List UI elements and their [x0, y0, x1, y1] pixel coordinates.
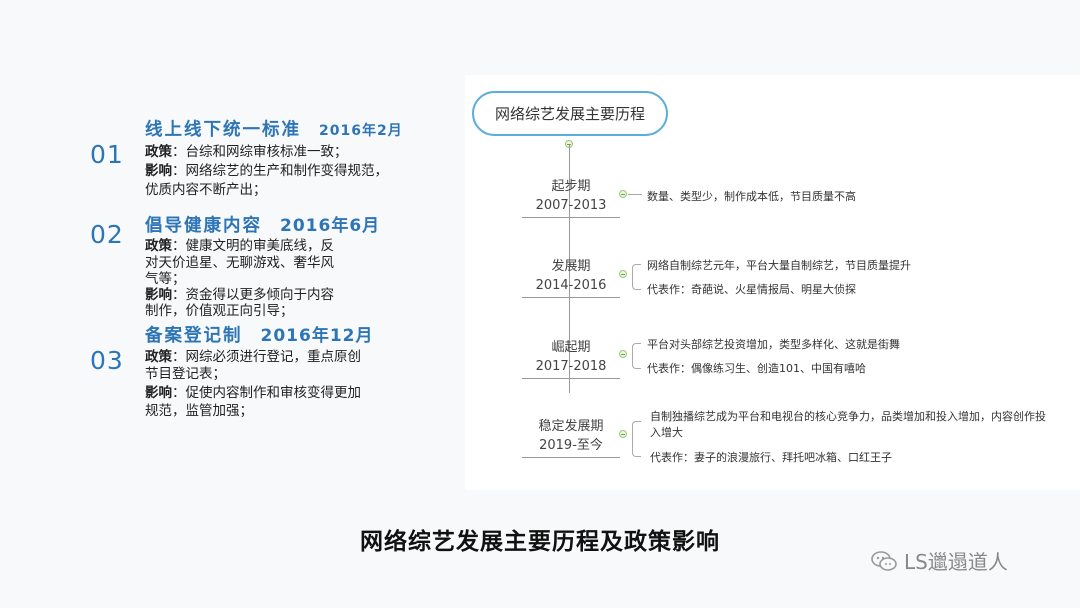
- phase-node-4[interactable]: 稳定发展期 2019-至今: [522, 417, 620, 458]
- policy-line: 政策：网综必须进行登记，重点原创: [145, 349, 361, 365]
- phase-node-2[interactable]: 发展期 2014-2016: [522, 257, 620, 298]
- phase-name: 发展期: [551, 259, 591, 274]
- phase-years: 2017-2018: [535, 359, 607, 374]
- policy-line: 制作，价值观正向引导；: [145, 303, 294, 319]
- phase-years: 2007-2013: [535, 198, 607, 213]
- phase-item: 平台对头部综艺投资增加，类型多样化、这就是街舞: [647, 338, 900, 351]
- phase-node-1[interactable]: 起步期 2007-2013: [522, 177, 620, 218]
- policy-date-3: 2016年12月: [260, 326, 374, 346]
- policy-line: 节目登记表；: [145, 366, 226, 382]
- policy-line: 影响：促使内容制作和审核变得更加: [145, 385, 361, 401]
- policy-title-1: 线上线下统一标准 2016年2月: [145, 120, 403, 140]
- policy-line: 气等；: [145, 271, 186, 287]
- mindmap-root[interactable]: 网络综艺发展主要历程: [472, 91, 668, 136]
- policy-number-1: 01: [90, 140, 124, 169]
- phase-name: 崛起期: [551, 340, 591, 355]
- phase-item: 入增大: [650, 426, 683, 439]
- policy-line: 对天价追星、无聊游戏、奢华风: [145, 255, 334, 271]
- policy-line: 影响：网络综艺的生产和制作变得规范，: [145, 163, 388, 179]
- phase-item: 代表作：奇葩说、火星情报局、明星大侦探: [647, 283, 856, 296]
- policy-line: 优质内容不断产出；: [145, 182, 267, 198]
- policy-number-3: 03: [90, 346, 124, 375]
- collapse-icon[interactable]: [619, 270, 627, 278]
- phase-years: 2019-至今: [539, 438, 603, 453]
- phase-item: 网络自制综艺元年，平台大量自制综艺，节目质量提升: [647, 259, 911, 272]
- collapse-icon[interactable]: [619, 430, 627, 438]
- phase-item: 数量、类型少，制作成本低，节目质量不高: [647, 190, 856, 203]
- policy-line: 政策：健康文明的审美底线，反: [145, 238, 334, 254]
- phase-name: 起步期: [551, 179, 591, 194]
- policy-number-2: 02: [90, 220, 124, 249]
- watermark: LS邋遢道人: [870, 546, 1008, 575]
- phase-item: 代表作：妻子的浪漫旅行、拜托吧冰箱、口红王子: [650, 451, 892, 464]
- policy-line: 影响：资金得以更多倾向于内容: [145, 287, 334, 303]
- policy-date-1: 2016年2月: [319, 123, 403, 139]
- collapse-icon[interactable]: [619, 350, 627, 358]
- policy-line: 规范，监管加强；: [145, 403, 253, 419]
- collapse-icon[interactable]: [619, 190, 627, 198]
- phase-item: 代表作：偶像练习生、创造101、中国有嘻哈: [647, 362, 866, 375]
- phase-node-3[interactable]: 崛起期 2017-2018: [522, 338, 620, 379]
- phase-item: 自制独播综艺成为平台和电视台的核心竞争力，品类增加和投入增加，内容创作投: [650, 410, 1046, 423]
- policy-title-3: 备案登记制 2016年12月: [145, 326, 374, 346]
- policy-date-2: 2016年6月: [280, 216, 381, 236]
- policy-line: 政策：台综和网综审核标准一致；: [145, 144, 348, 160]
- phase-name: 稳定发展期: [538, 419, 604, 434]
- watermark-text: LS邋遢道人: [904, 550, 1008, 574]
- phase-years: 2014-2016: [535, 278, 607, 293]
- policy-title-2: 倡导健康内容 2016年6月: [145, 216, 381, 236]
- wechat-icon: [871, 550, 897, 571]
